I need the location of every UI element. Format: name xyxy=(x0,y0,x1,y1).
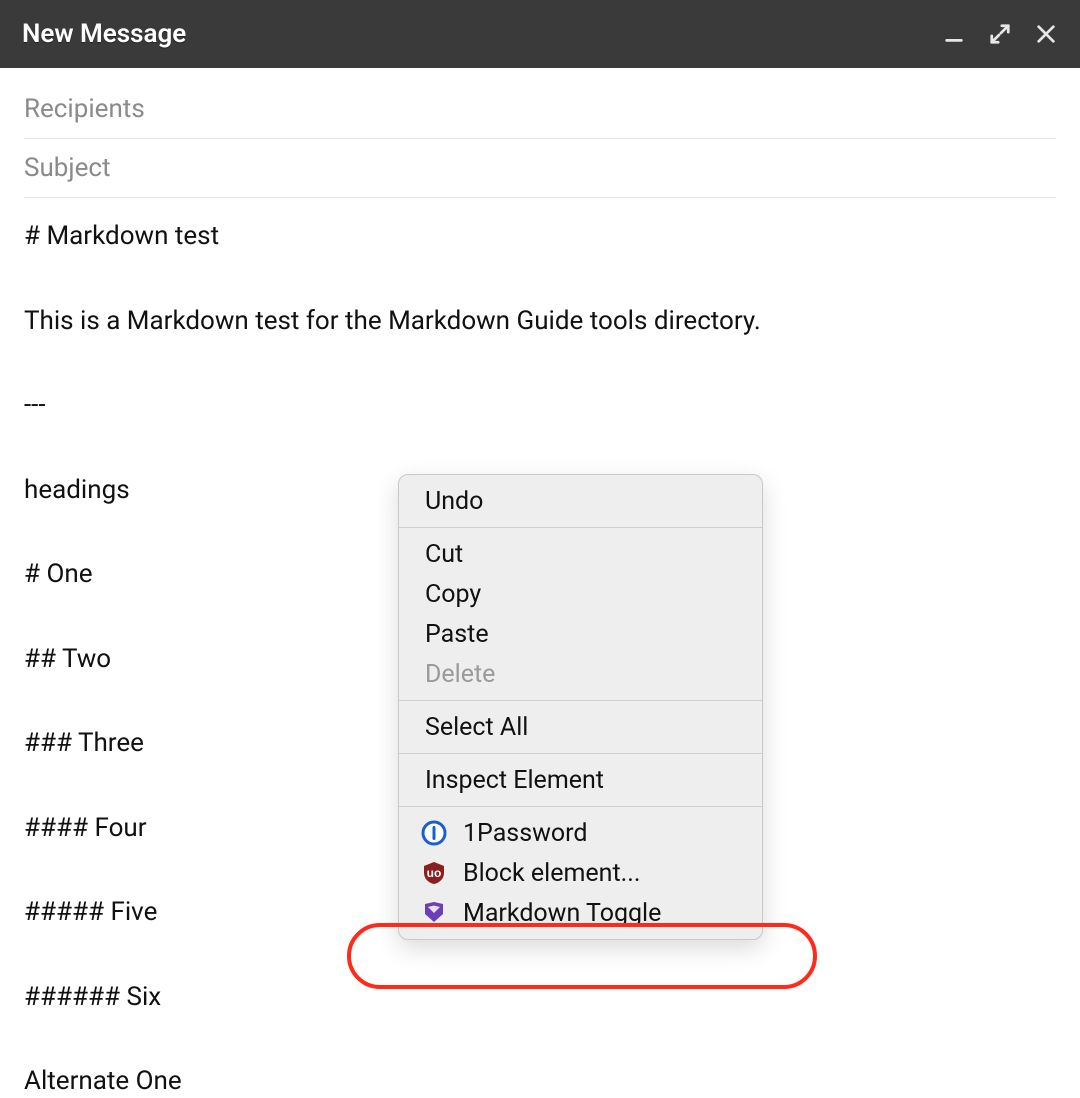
menu-label: Inspect Element xyxy=(425,766,740,795)
minimize-button[interactable] xyxy=(942,22,966,46)
markdown-toggle-icon xyxy=(421,900,463,926)
recipients-field[interactable]: Recipients xyxy=(24,80,1056,139)
body-line: ###### Six xyxy=(24,981,1056,1014)
menu-block-element[interactable]: uo Block element... xyxy=(399,853,762,893)
menu-label: Block element... xyxy=(463,859,740,888)
menu-label: Paste xyxy=(425,620,740,649)
menu-label: Copy xyxy=(425,580,740,609)
expand-button[interactable] xyxy=(988,22,1012,46)
menu-markdown-toggle[interactable]: Markdown Toggle xyxy=(399,893,762,933)
menu-label: Undo xyxy=(425,487,740,516)
subject-field[interactable]: Subject xyxy=(24,139,1056,198)
menu-label: Markdown Toggle xyxy=(463,899,740,928)
expand-icon xyxy=(989,23,1011,45)
context-menu: Undo Cut Copy Paste Delete Select All In… xyxy=(398,474,763,940)
menu-copy[interactable]: Copy xyxy=(399,574,762,614)
compose-header-fields: Recipients Subject xyxy=(0,68,1080,198)
svg-text:uo: uo xyxy=(427,866,442,880)
menu-1password[interactable]: 1Password xyxy=(399,813,762,853)
menu-label: Delete xyxy=(425,660,740,689)
menu-undo[interactable]: Undo xyxy=(399,481,762,521)
ublock-icon: uo xyxy=(421,860,463,886)
body-line: Alternate One xyxy=(24,1065,1056,1098)
minimize-icon xyxy=(943,23,965,45)
menu-delete: Delete xyxy=(399,654,762,694)
body-line: --- xyxy=(24,389,1056,422)
close-button[interactable] xyxy=(1034,22,1058,46)
menu-label: Cut xyxy=(425,540,740,569)
close-icon xyxy=(1035,23,1057,45)
body-line: This is a Markdown test for the Markdown… xyxy=(24,305,1056,338)
menu-label: Select All xyxy=(425,713,740,742)
window-controls xyxy=(942,22,1058,46)
menu-cut[interactable]: Cut xyxy=(399,534,762,574)
onepassword-icon xyxy=(421,820,463,846)
menu-label: 1Password xyxy=(463,819,740,848)
menu-select-all[interactable]: Select All xyxy=(399,707,762,747)
menu-inspect-element[interactable]: Inspect Element xyxy=(399,760,762,800)
compose-titlebar: New Message xyxy=(0,0,1080,68)
menu-paste[interactable]: Paste xyxy=(399,614,762,654)
window-title: New Message xyxy=(22,19,186,49)
body-line: # Markdown test xyxy=(24,220,1056,253)
